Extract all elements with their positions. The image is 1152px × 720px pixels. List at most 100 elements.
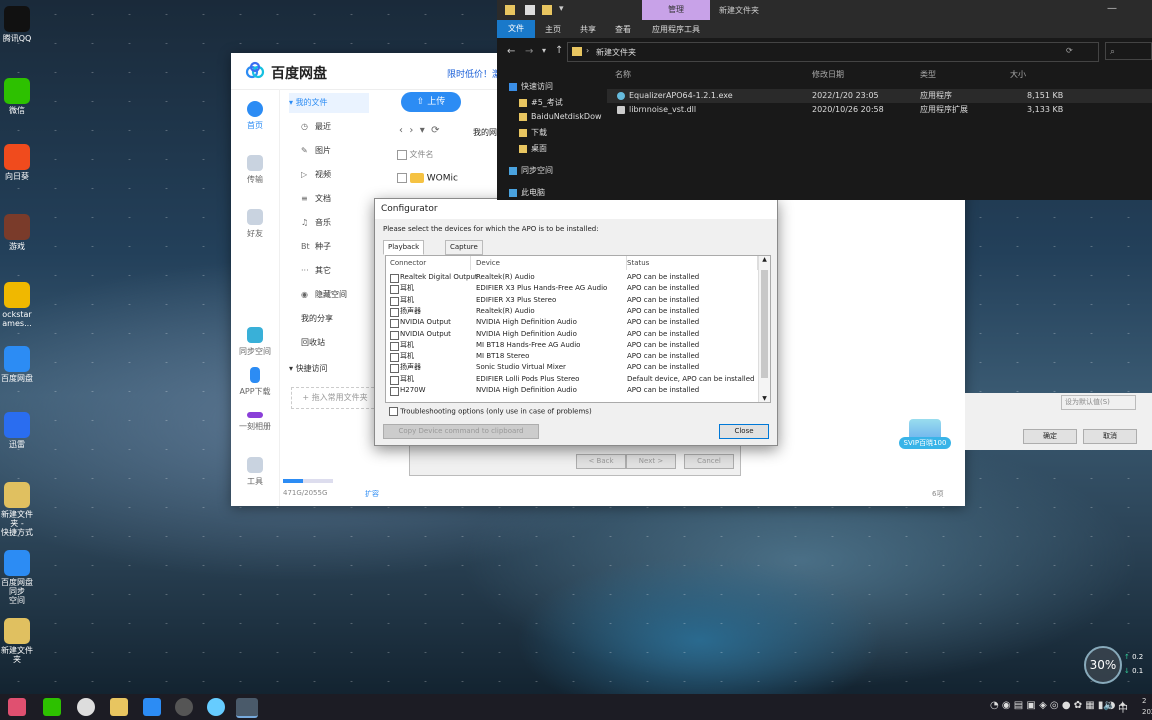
sidebar-recycle[interactable]: 回收站: [301, 333, 381, 353]
ribbon-manage-tab[interactable]: 管理: [642, 0, 710, 20]
sidebar-item[interactable]: ··· 其它: [301, 261, 381, 281]
ribbon-home-tab[interactable]: 主页: [545, 24, 561, 35]
col-size[interactable]: 大小: [1010, 68, 1026, 82]
ribbon-apptools-tab[interactable]: 应用程序工具: [652, 24, 700, 35]
file-row[interactable]: librnnoise_vst.dll 2020/10/26 20:58 应用程序扩展…: [607, 103, 1152, 117]
explorer-nav-item[interactable]: 此电脑: [509, 186, 545, 200]
device-row[interactable]: 扬声器 Sonic Studio Virtual Mixer APO can be …: [386, 362, 758, 374]
desktop-icon[interactable]: 向日葵: [0, 144, 34, 181]
nav-friends[interactable]: 好友: [231, 209, 279, 239]
col-device[interactable]: Device: [476, 256, 627, 270]
ribbon-file-tab[interactable]: 文件: [497, 20, 535, 38]
scroll-down-icon[interactable]: ▼: [759, 395, 770, 402]
troubleshoot-option[interactable]: Troubleshooting options (only use in cas…: [389, 407, 592, 416]
configurator-taskbar-icon[interactable]: [236, 698, 258, 718]
device-row[interactable]: 耳机 EDIFIER Lolli Pods Plus Stereo Default …: [386, 374, 758, 385]
desktop-icon[interactable]: 新建文件夹 - 快捷方式: [0, 482, 34, 537]
desktop-icon[interactable]: 腾讯QQ: [0, 6, 34, 43]
desktop-icon[interactable]: 微信: [0, 78, 34, 115]
nav-tools[interactable]: 工具: [231, 457, 279, 487]
sidebar-my-files[interactable]: ▾ 我的文件: [289, 93, 369, 113]
recent-dropdown-icon[interactable]: ▾: [542, 46, 546, 55]
explorer-nav-item[interactable]: 下载: [519, 126, 547, 140]
device-row[interactable]: Realtek Digital Output Realtek(R) Audio AP…: [386, 272, 758, 283]
close-button[interactable]: Close: [719, 424, 769, 439]
ribbon-view-tab[interactable]: 查看: [615, 24, 631, 35]
device-checkbox[interactable]: [390, 330, 399, 340]
desktop-icon[interactable]: 百度网盘同步 空间: [0, 550, 34, 605]
device-checkbox[interactable]: [390, 319, 399, 329]
sidebar-item[interactable]: ▷ 视频: [301, 165, 381, 185]
forward-arrow-icon[interactable]: →: [525, 46, 533, 57]
tab-playback[interactable]: Playback devices: [383, 240, 425, 264]
explorer-nav-item[interactable]: BaiduNetdiskDow: [519, 110, 602, 124]
expand-link[interactable]: 扩容: [365, 489, 379, 499]
device-checkbox[interactable]: [390, 353, 399, 363]
browser-taskbar-icon[interactable]: [207, 698, 225, 716]
device-checkbox[interactable]: [390, 364, 399, 374]
up-arrow-icon[interactable]: ↑: [555, 45, 563, 56]
device-row[interactable]: 耳机 EDIFIER X3 Plus Stereo APO can be insta…: [386, 295, 758, 306]
speed-widget[interactable]: 30%: [1084, 646, 1122, 684]
folder-checkbox[interactable]: [397, 173, 407, 183]
device-row[interactable]: NVIDIA Output NVIDIA High Definition Audi…: [386, 317, 758, 329]
address-bar[interactable]: › 新建文件夹 ⟳: [567, 42, 1099, 62]
explorer-taskbar-icon[interactable]: [110, 698, 128, 716]
device-row[interactable]: H270W NVIDIA High Definition Audio APO can…: [386, 385, 758, 396]
sidebar-item[interactable]: ≡ 文档: [301, 189, 381, 209]
device-checkbox[interactable]: [390, 387, 399, 396]
volume-icon[interactable]: 🔈: [1103, 700, 1115, 711]
explorer-nav-item[interactable]: 快速访问: [509, 80, 553, 94]
desktop-icon[interactable]: ockstar ames...: [0, 282, 34, 328]
sidebar-item[interactable]: ◷ 最近: [301, 117, 381, 137]
new-folder-icon[interactable]: [542, 5, 552, 15]
promo-link[interactable]: 限时低价！激: [447, 67, 501, 80]
next-button[interactable]: Next >: [626, 454, 676, 469]
upload-button[interactable]: ⇧ 上传: [401, 92, 461, 112]
col-type[interactable]: 类型: [920, 68, 936, 82]
sidebar-quick-access[interactable]: ▾ 快捷访问: [289, 359, 369, 379]
nav-home[interactable]: 首页: [231, 101, 279, 131]
table-scrollbar[interactable]: ▲ ▼: [758, 256, 770, 402]
back-button[interactable]: < Back: [576, 454, 626, 469]
desktop-icon[interactable]: 迅雷: [0, 412, 34, 449]
nav-album[interactable]: 一刻相册: [231, 407, 279, 432]
dialog-cancel-button[interactable]: 取消: [1083, 429, 1137, 444]
troubleshoot-checkbox[interactable]: [389, 407, 398, 416]
folder-row[interactable]: WOMic: [397, 173, 458, 184]
back-arrow-icon[interactable]: ←: [507, 46, 515, 57]
device-row[interactable]: 耳机 EDIFIER X3 Plus Hands-Free AG Audio APO…: [386, 283, 758, 295]
ime-indicator[interactable]: 中: [1118, 700, 1128, 715]
device-checkbox[interactable]: [390, 285, 399, 295]
device-checkbox[interactable]: [390, 274, 399, 283]
device-checkbox[interactable]: [390, 307, 399, 317]
sidebar-item[interactable]: ♫ 音乐: [301, 213, 381, 233]
add-common-folder[interactable]: + 拖入常用文件夹: [291, 387, 379, 409]
default-dropdown[interactable]: 设为默认值(S): [1061, 395, 1136, 410]
file-row[interactable]: EqualizerAPO64-1.2.1.exe 2022/1/20 23:05 应…: [607, 89, 1152, 103]
ok-button[interactable]: 确定: [1023, 429, 1077, 444]
sidebar-my-share[interactable]: 我的分享: [301, 309, 381, 329]
copy-command-button[interactable]: Copy Device command to clipboard: [383, 424, 539, 439]
device-checkbox[interactable]: [390, 375, 399, 385]
steam-taskbar-icon[interactable]: [175, 698, 193, 716]
taskbar-app-icon[interactable]: [8, 698, 26, 716]
col-date[interactable]: 修改日期: [812, 68, 844, 82]
desktop-icon[interactable]: 新建文件夹: [0, 618, 34, 664]
device-row[interactable]: 耳机 MI BT18 Stereo APO can be installed: [386, 351, 758, 363]
wechat-taskbar-icon[interactable]: [43, 698, 61, 716]
col-name[interactable]: 名称: [615, 68, 631, 82]
svip-banner[interactable]: SVIP百晓100: [899, 419, 951, 449]
explorer-nav-item[interactable]: 桌面: [519, 142, 547, 156]
sidebar-item[interactable]: ✎ 图片: [301, 141, 381, 161]
select-all-checkbox[interactable]: [397, 149, 407, 160]
col-connector[interactable]: Connector: [390, 256, 471, 270]
device-row[interactable]: 耳机 MI BT18 Hands-Free AG Audio APO can be …: [386, 340, 758, 351]
col-status[interactable]: Status: [626, 256, 758, 270]
sidebar-item[interactable]: Bt 种子: [301, 237, 381, 257]
mouse-taskbar-icon[interactable]: [77, 698, 95, 716]
refresh-icon[interactable]: ⟳: [1066, 46, 1073, 55]
properties-icon[interactable]: [525, 5, 535, 15]
explorer-nav-item[interactable]: #5_考试: [519, 96, 563, 110]
qat-dropdown-icon[interactable]: ▾: [559, 4, 564, 14]
